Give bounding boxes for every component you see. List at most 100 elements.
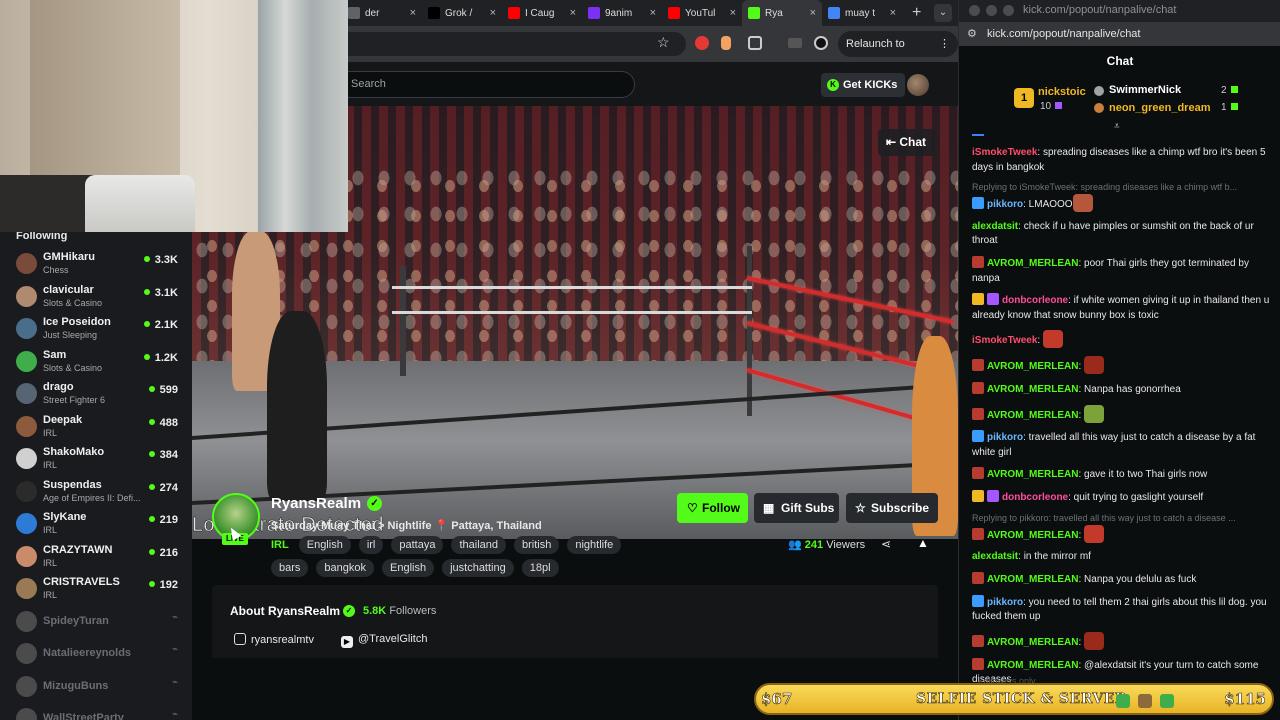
browser-tab[interactable]: YouTul × [662, 0, 742, 26]
subscribe-button[interactable]: ☆ Subscribe [846, 493, 938, 523]
close-tab-icon[interactable]: × [890, 7, 896, 19]
chat-username[interactable]: pikkoro [987, 199, 1023, 210]
search-input[interactable]: Search [336, 71, 635, 98]
chat-arrow-icon: ⇤ [886, 135, 900, 149]
report-icon[interactable]: ▲ [917, 536, 929, 550]
browser-tab[interactable]: Rya × [742, 0, 822, 26]
category-link[interactable]: IRL [271, 536, 289, 554]
maximize-window-icon[interactable] [1003, 5, 1014, 16]
chat-username[interactable]: AVROM_MERLEAN [987, 361, 1078, 372]
chat-username[interactable]: iSmokeTweek [972, 335, 1037, 346]
sidebar-channel[interactable]: Suspendas Age of Empires II: Defi... 274 [0, 476, 192, 509]
media-icon[interactable] [788, 38, 802, 48]
sidebar-channel[interactable]: Ice Poseidon Just Sleeping 2.1K [0, 313, 192, 346]
follow-button[interactable]: ♡ Follow [677, 493, 748, 523]
chat-username[interactable]: donbcorleone [1002, 492, 1068, 503]
sidebar-channel[interactable]: Sam Slots & Casino 1.2K [0, 346, 192, 379]
sidebar-channel[interactable]: GMHikaru Chess 3.3K [0, 248, 192, 281]
site-settings-icon[interactable]: ⚙ [967, 27, 977, 40]
stream-tag[interactable]: bars [271, 559, 309, 577]
emote-icon [1084, 524, 1105, 543]
stream-tag[interactable]: 18pl [521, 559, 559, 577]
popout-address-bar[interactable]: ⚙ kick.com/popout/nanpalive/chat [959, 22, 1280, 46]
channel-name: WallStreetParty [43, 712, 124, 720]
chat-username[interactable]: AVROM_MERLEAN [987, 660, 1078, 671]
stream-tag[interactable]: nightlife [567, 536, 622, 554]
chat-username[interactable]: AVROM_MERLEAN [987, 469, 1078, 480]
chat-message: AVROM_MERLEAN: [972, 632, 1270, 651]
collapse-chevron-icon[interactable]: ⩡ [1114, 121, 1120, 132]
sidebar-channel[interactable]: CRISTRAVELS IRL 192 [0, 573, 192, 606]
chat-username[interactable]: AVROM_MERLEAN [987, 410, 1078, 421]
chat-username[interactable]: pikkoro [987, 597, 1023, 608]
get-kicks-button[interactable]: K Get KICKs [821, 73, 906, 97]
stream-tag[interactable]: English [382, 559, 435, 577]
stream-tag[interactable]: bangkok [316, 559, 374, 577]
sidebar-channel[interactable]: Deepak IRL 488 [0, 411, 192, 444]
sidebar-channel[interactable]: ShakoMako IRL 384 [0, 443, 192, 476]
sidebar-channel-offline[interactable]: MizuguBuns ⌁ [0, 671, 192, 704]
chat-username[interactable]: AVROM_MERLEAN [987, 258, 1078, 269]
sidebar-channel[interactable]: clavicular Slots & Casino 3.1K [0, 281, 192, 314]
close-tab-icon[interactable]: × [730, 7, 736, 19]
stream-tag[interactable]: irl [358, 536, 384, 554]
chat-username[interactable]: AVROM_MERLEAN [987, 637, 1078, 648]
offline-icon: ⌁ [171, 611, 178, 623]
extension-icon[interactable] [695, 36, 709, 50]
sidebar-channel[interactable]: drago Street Fighter 6 599 [0, 378, 192, 411]
chat-username[interactable]: donbcorleone [1002, 295, 1068, 306]
browser-tab[interactable]: Grok / × [422, 0, 502, 26]
close-tab-icon[interactable]: × [810, 7, 816, 19]
share-icon[interactable]: ⋖ [881, 537, 891, 551]
minimize-window-icon[interactable] [986, 5, 997, 16]
browser-tab[interactable]: 9anim × [582, 0, 662, 26]
channel-avatar [16, 545, 37, 567]
chat-text: : LMAOOO [1023, 199, 1073, 211]
chat-username[interactable]: iSmokeTweek [972, 147, 1037, 158]
sub-badge-icon [987, 490, 999, 503]
stream-tag[interactable]: british [514, 536, 560, 554]
close-tab-icon[interactable]: × [410, 7, 416, 19]
sidebar-channel-offline[interactable]: WallStreetParty ⌁ [0, 703, 192, 720]
channel-name[interactable]: RyansRealm [271, 495, 361, 512]
close-tab-icon[interactable]: × [650, 7, 656, 19]
sidebar-channel[interactable]: SlyKane IRL 219 [0, 508, 192, 541]
stream-tag[interactable]: pattaya [391, 536, 444, 554]
leader-name[interactable]: nickstoic [1038, 86, 1086, 98]
browser-tab[interactable]: I Caug × [502, 0, 582, 26]
stream-tag[interactable]: English [298, 536, 351, 554]
extension-icon[interactable] [721, 36, 731, 50]
sidebar-channel[interactable]: CRAZYTAWN IRL 216 [0, 541, 192, 574]
bookmark-star-icon[interactable]: ☆ [657, 34, 670, 51]
browser-tab[interactable]: muay t × [822, 0, 902, 26]
chat-line: AVROM_MERLEAN: [972, 524, 1270, 544]
chat-toggle-button[interactable]: ⇤ Chat [878, 129, 936, 156]
chat-username[interactable]: AVROM_MERLEAN [987, 530, 1078, 541]
user-avatar[interactable] [907, 74, 929, 96]
close-tab-icon[interactable]: × [570, 7, 576, 19]
youtube-link[interactable]: ▶ @TravelGlitch [341, 633, 427, 648]
close-tab-icon[interactable]: × [490, 7, 496, 19]
relaunch-button[interactable]: Relaunch to update ⋮ [838, 31, 958, 76]
stream-tag[interactable]: justchatting [442, 559, 514, 577]
close-window-icon[interactable] [969, 5, 980, 16]
chat-username[interactable]: pikkoro [987, 432, 1023, 443]
tab-search-icon[interactable]: ⌄ [934, 4, 952, 22]
menu-dots-icon[interactable]: ⋮ [939, 31, 950, 57]
profile-icon[interactable] [814, 36, 828, 50]
puzzle-icon[interactable] [748, 36, 762, 50]
sidebar-channel-offline[interactable]: SpideyTuran ⌁ [0, 606, 192, 639]
chat-username[interactable]: alexdatsit [972, 221, 1018, 232]
instagram-link[interactable]: ryansrealmtv [234, 633, 314, 646]
third-name[interactable]: neon_green_dream [1109, 102, 1210, 114]
stream-tag[interactable]: thailand [451, 536, 507, 554]
chat-username[interactable]: AVROM_MERLEAN [987, 574, 1078, 585]
chat-username[interactable]: AVROM_MERLEAN [987, 384, 1078, 395]
sidebar-channel-offline[interactable]: Natalieereynolds ⌁ [0, 638, 192, 671]
browser-tab[interactable]: der × [342, 0, 422, 26]
second-name[interactable]: SwimmerNick [1109, 84, 1181, 96]
chat-username[interactable]: alexdatsit [972, 551, 1018, 562]
new-tab-icon[interactable]: + [912, 4, 921, 22]
leader-value-number: 10 [1040, 101, 1052, 112]
gift-subs-button[interactable]: ▦ Gift Subs [754, 493, 839, 523]
